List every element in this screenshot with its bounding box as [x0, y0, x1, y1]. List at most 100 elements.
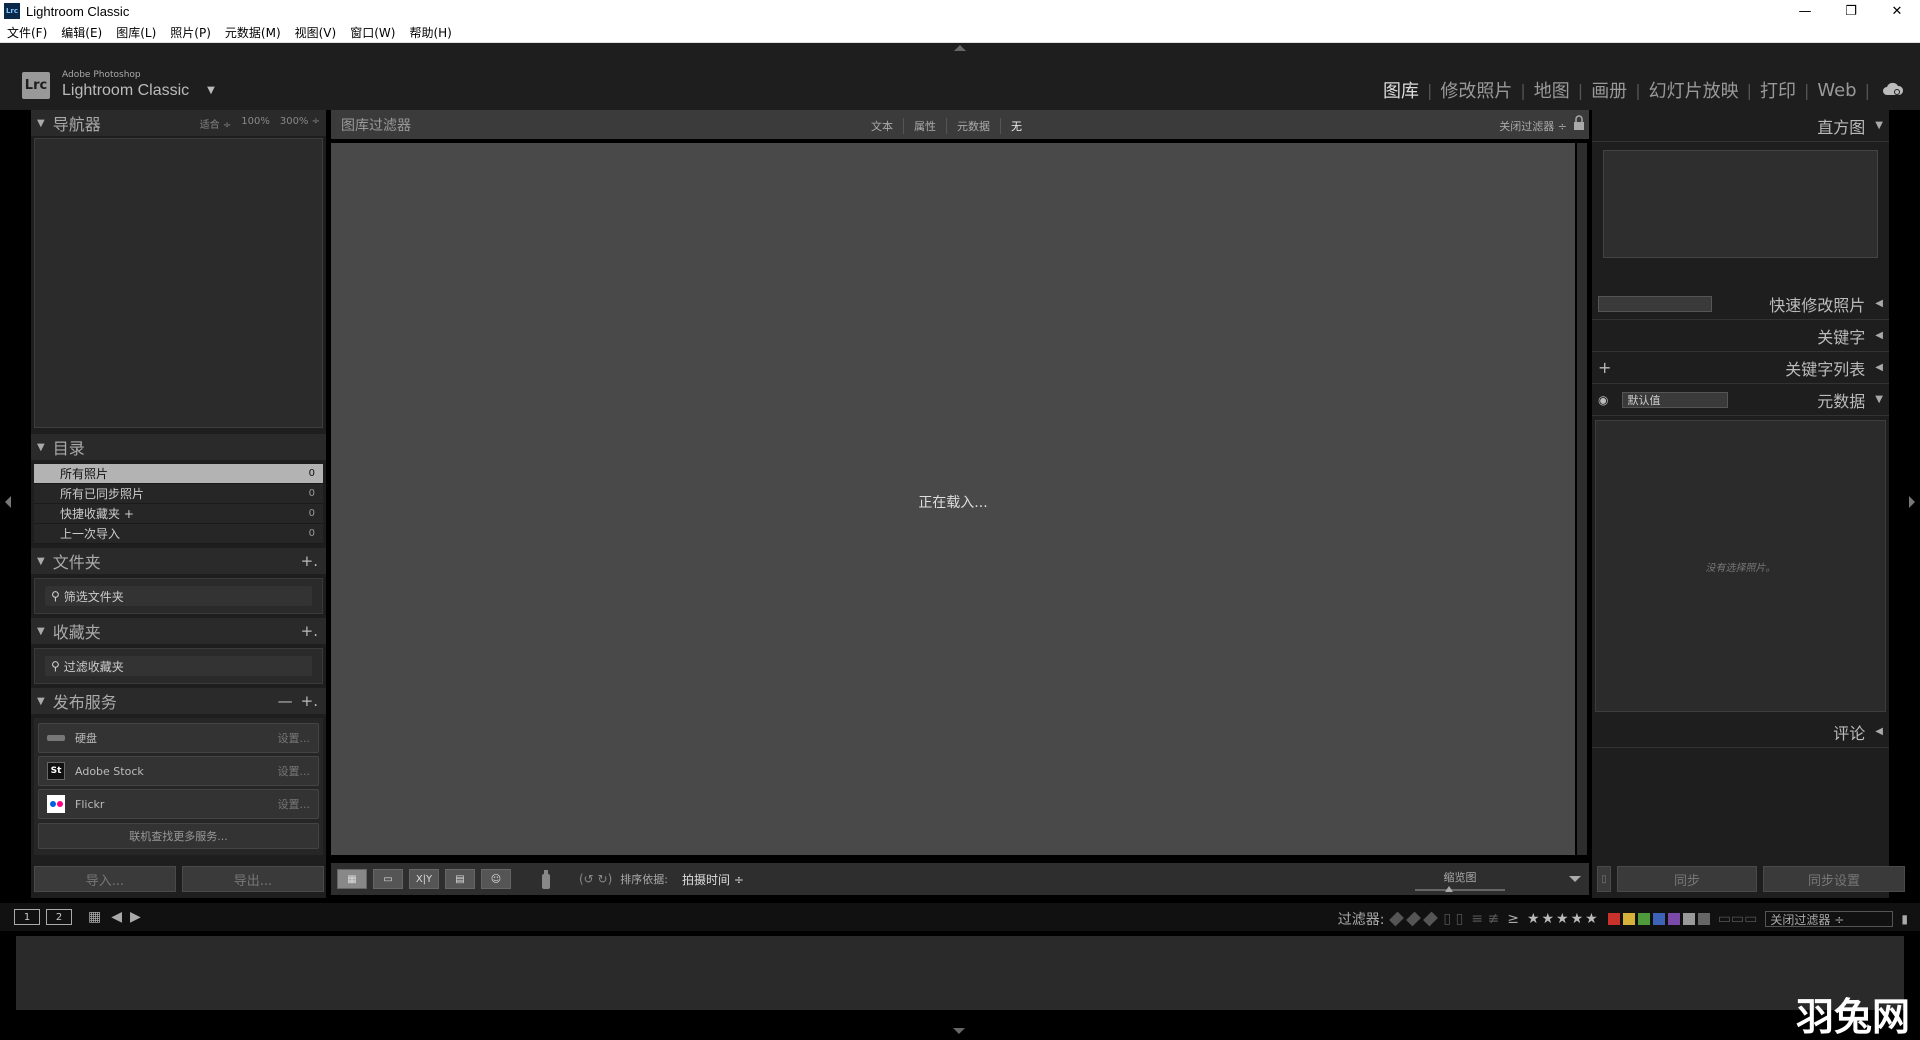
module-slideshow[interactable]: 幻灯片放映 — [1641, 77, 1747, 103]
filter-lock-icon[interactable]: ▮ — [1901, 912, 1908, 926]
people-view-button[interactable]: ☺ — [481, 869, 511, 889]
filter-metadata-tab[interactable]: 元数据 — [947, 118, 1001, 134]
export-button[interactable]: 导出... — [182, 866, 324, 892]
zoom-300[interactable]: 300% ÷ — [280, 116, 320, 131]
menu-view[interactable]: 视图(V) — [288, 24, 344, 41]
catalog-previous-import[interactable]: 上一次导入 0 — [34, 524, 323, 544]
sync-settings-button[interactable]: 同步设置 — [1763, 866, 1905, 892]
flag-pick-icon[interactable] — [1389, 911, 1405, 927]
color-label-yellow[interactable] — [1622, 913, 1635, 925]
collapse-top-panel-icon[interactable] — [954, 45, 966, 51]
catalog-header[interactable]: ▼ 目录 — [31, 434, 326, 460]
identity-dropdown-icon[interactable]: ▼ — [207, 85, 215, 96]
zoom-fit[interactable]: 适合 ÷ — [200, 116, 232, 131]
cloud-sync-icon[interactable] — [1882, 81, 1904, 97]
thumbnail-size-slider[interactable] — [1415, 886, 1505, 892]
sync-button[interactable]: 同步 — [1617, 866, 1757, 892]
quick-develop-header[interactable]: 快速修改照片 ◀ — [1592, 288, 1889, 320]
zoom-100[interactable]: 100% — [241, 116, 270, 131]
expand-triangle-icon[interactable]: ▼ — [37, 626, 45, 637]
restore-icon[interactable]: ❐ — [1828, 0, 1874, 22]
filmstrip[interactable] — [16, 936, 1904, 1010]
metadata-preset-dropdown[interactable]: 默认值 — [1622, 391, 1729, 408]
collections-header[interactable]: ▼ 收藏夹 +. — [31, 618, 326, 644]
forward-arrow-icon[interactable]: ▶ — [130, 909, 141, 925]
find-more-services-button[interactable]: 联机查找更多服务... — [38, 823, 319, 849]
flag-unflagged-icon[interactable] — [1406, 911, 1422, 927]
publish-settings-link[interactable]: 设置... — [278, 763, 311, 779]
color-label-purple[interactable] — [1667, 913, 1680, 925]
menu-file[interactable]: 文件(F) — [0, 24, 54, 41]
expand-triangle-icon[interactable]: ▼ — [37, 696, 45, 707]
toolbar-content-menu-icon[interactable] — [1569, 876, 1581, 882]
collapse-left-panel-icon[interactable] — [5, 496, 11, 508]
module-web[interactable]: Web — [1809, 80, 1864, 101]
catalog-quick-collection[interactable]: 快捷收藏夹 + 0 — [34, 504, 323, 524]
sort-order-dropdown[interactable]: 拍摄时间 ÷ — [682, 871, 744, 888]
histogram-header[interactable]: 直方图 ▼ — [1592, 110, 1889, 142]
add-keyword-icon[interactable]: + — [1598, 358, 1611, 377]
grid-scrollbar[interactable] — [1577, 143, 1587, 855]
grid-view-button[interactable]: ▦ — [337, 869, 367, 889]
module-develop[interactable]: 修改照片 — [1432, 77, 1520, 103]
collapse-triangle-icon[interactable]: ▼ — [1875, 120, 1883, 131]
collections-filter-input[interactable]: ⚲ 过滤收藏夹 — [45, 656, 312, 676]
module-print[interactable]: 打印 — [1752, 77, 1804, 103]
collapse-right-panel-icon[interactable] — [1909, 496, 1915, 508]
publish-header[interactable]: ▼ 发布服务 — +. — [31, 688, 326, 714]
folders-filter-input[interactable]: ⚲ 筛选文件夹 — [45, 586, 312, 606]
keyword-list-header[interactable]: + 关键字列表 ◀ — [1592, 352, 1889, 384]
sync-toggle-switch[interactable]: ▯ — [1597, 866, 1611, 892]
publish-settings-link[interactable]: 设置... — [278, 796, 311, 812]
compare-view-button[interactable]: X|Y — [409, 869, 439, 889]
filmstrip-filter-dropdown[interactable]: 关闭过滤器 ÷ — [1765, 911, 1894, 927]
metadata-header[interactable]: ◉ 默认值 元数据 ▼ — [1592, 384, 1889, 416]
expand-triangle-icon[interactable]: ▼ — [37, 442, 45, 453]
survey-view-button[interactable]: ▤ — [445, 869, 475, 889]
collapse-triangle-icon[interactable]: ▼ — [1875, 394, 1883, 405]
navigator-preview[interactable] — [34, 138, 323, 428]
copy-status-icons[interactable]: ▯ ▯ — [1443, 911, 1463, 927]
color-label-red[interactable] — [1607, 913, 1620, 925]
import-button[interactable]: 导入... — [34, 866, 176, 892]
eye-icon[interactable]: ◉ — [1598, 393, 1608, 407]
expand-triangle-icon[interactable]: ◀ — [1875, 298, 1883, 309]
kind-filter-icons[interactable]: ▭▭▭ — [1718, 911, 1758, 927]
folders-header[interactable]: ▼ 文件夹 +. — [31, 548, 326, 574]
color-label-green[interactable] — [1637, 913, 1650, 925]
menu-help[interactable]: 帮助(H) — [402, 24, 458, 41]
keywording-header[interactable]: 关键字 ◀ — [1592, 320, 1889, 352]
filter-text-tab[interactable]: 文本 — [861, 118, 904, 134]
publish-settings-link[interactable]: 设置... — [278, 730, 311, 746]
add-folder-icon[interactable]: +. — [301, 552, 318, 570]
catalog-all-photos[interactable]: 所有照片 0 — [34, 464, 323, 484]
expand-triangle-icon[interactable]: ◀ — [1875, 330, 1883, 341]
comments-header[interactable]: 评论 ◀ — [1592, 716, 1889, 748]
quick-develop-preset-dropdown[interactable] — [1598, 295, 1712, 312]
add-service-icon[interactable]: +. — [301, 692, 318, 710]
photo-grid[interactable]: 正在载入... — [331, 143, 1575, 855]
filter-preset-dropdown[interactable]: 关闭过滤器 ÷ — [1499, 118, 1567, 134]
navigator-header[interactable]: ▼ 导航器 适合 ÷ 100% 300% ÷ — [31, 110, 326, 136]
catalog-synced-photos[interactable]: 所有已同步照片 0 — [34, 484, 323, 504]
back-arrow-icon[interactable]: ◀ — [111, 909, 122, 925]
publish-adobe-stock[interactable]: St Adobe Stock 设置... — [38, 756, 319, 786]
color-label-none[interactable] — [1697, 913, 1710, 925]
grid-icon[interactable]: ▦ — [88, 909, 101, 925]
filter-none-tab[interactable]: 无 — [1001, 118, 1032, 134]
color-label-custom[interactable] — [1682, 913, 1695, 925]
painter-spray-can-icon[interactable] — [539, 868, 553, 890]
expand-triangle-icon[interactable]: ▼ — [37, 118, 45, 129]
expand-triangle-icon[interactable]: ◀ — [1875, 362, 1883, 373]
module-book[interactable]: 画册 — [1583, 77, 1635, 103]
rotate-icons[interactable]: (↺ ↻) — [579, 872, 612, 886]
star-rating-filter[interactable]: ★★★★★ — [1527, 911, 1600, 927]
collapse-bottom-panel-icon[interactable] — [953, 1028, 965, 1034]
rating-operator[interactable]: ≥ — [1507, 911, 1519, 927]
identity-plate[interactable]: Lrc Adobe Photoshop Lightroom Classic ▼ — [22, 71, 215, 99]
add-collection-icon[interactable]: +. — [301, 622, 318, 640]
remove-service-icon[interactable]: — — [278, 692, 293, 710]
primary-screen-button[interactable]: 1 — [14, 909, 40, 925]
module-library[interactable]: 图库 — [1375, 77, 1427, 103]
loupe-view-button[interactable]: ▭ — [373, 869, 403, 889]
